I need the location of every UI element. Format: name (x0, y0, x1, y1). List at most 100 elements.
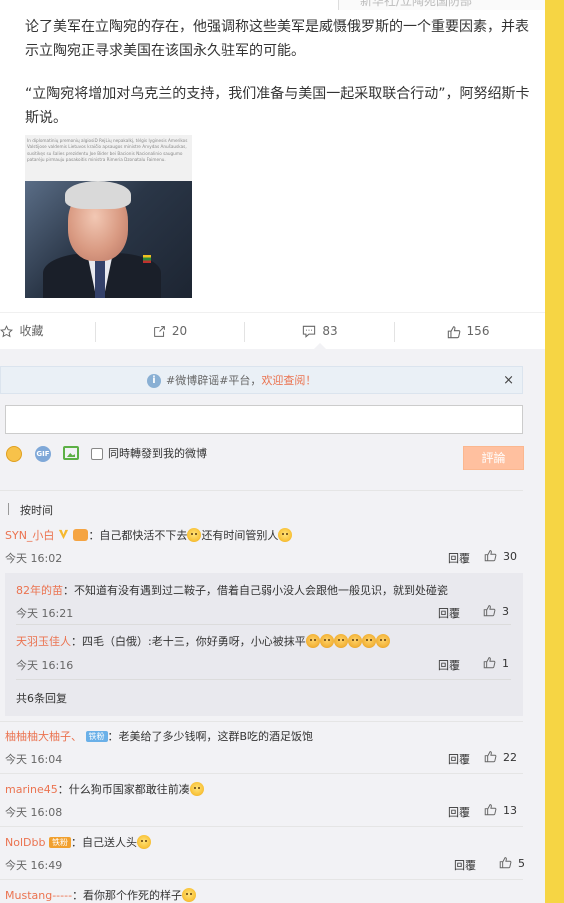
sub-comment-text: 天羽玉佳人：四毛（白俄）:老十三，你好勇呀，小心被抹平 (16, 633, 390, 649)
crying-emoji-icon (347, 634, 362, 648)
favorite-label: 收藏 (19, 324, 44, 338)
thumbs-up-icon (484, 751, 497, 763)
sub-comment-time: 今天 16:21 (16, 607, 74, 620)
sub-comment-like-button[interactable]: 1 (483, 656, 509, 670)
crying-emoji-icon (361, 634, 376, 648)
close-icon[interactable]: × (503, 367, 514, 395)
repost-button[interactable]: 20 (140, 313, 200, 350)
emoji-icon[interactable] (6, 446, 22, 462)
thumbs-up-icon (447, 325, 460, 338)
comment-divider (0, 826, 523, 827)
comment-like-count: 22 (503, 751, 517, 764)
comment-like-button[interactable]: 5 (499, 856, 525, 870)
comment-divider (0, 879, 523, 880)
flag-pin-icon (143, 255, 151, 263)
sort-bar: 按时间 (0, 499, 545, 519)
also-repost-checkbox[interactable] (91, 448, 103, 460)
thumbs-up-icon (484, 804, 497, 816)
photo-tie (95, 259, 105, 298)
right-sidebar-strip (545, 0, 564, 903)
comment-like-count: 30 (503, 550, 517, 563)
article-photo[interactable]: In diplomatinių premonių algiosiD RejLių… (25, 135, 192, 298)
action-separator (394, 322, 395, 342)
comment-like-button[interactable]: 30 (484, 549, 517, 563)
reply-button[interactable]: 回覆 (438, 657, 460, 673)
thumbs-up-icon (483, 657, 496, 669)
gif-icon[interactable]: GIF (35, 446, 51, 462)
sub-comment-like-count: 1 (502, 657, 509, 670)
divider (0, 490, 523, 491)
like-button[interactable]: 156 (438, 313, 498, 350)
image-icon[interactable] (63, 446, 79, 460)
sub-replies-box: 82年的苗：不知道有没有遇到过二鞍子，借着自己弱小没人会跟他一般见识，就到处碰瓷… (5, 573, 523, 716)
level-badge-icon (73, 529, 89, 541)
sub-comment-username[interactable]: 82年的苗 (16, 584, 63, 597)
comment-time: 今天 16:49 (5, 859, 63, 872)
thumbs-up-icon (499, 857, 512, 869)
comment-username[interactable]: Mustang----- (5, 889, 72, 902)
submit-comment-button[interactable]: 評論 (463, 446, 524, 470)
repost-icon (153, 326, 165, 337)
sub-comment-body: ：不知道有没有遇到过二鞍子，借着自己弱小没人会跟他一般见识，就到处碰瓷 (63, 584, 448, 597)
photo-caption-text: In diplomatinių premonių algiosiD RejLių… (25, 135, 192, 181)
doge-emoji-icon (182, 888, 197, 902)
article-paragraph-2: “立陶宛将增加对乌克兰的支持，我们准备与美国一起采取联合行动”，阿努绍斯卡斯说。 (25, 86, 530, 126)
sub-divider (16, 624, 511, 625)
crying-emoji-icon (319, 634, 334, 648)
favorite-button[interactable]: 收藏 (0, 313, 52, 350)
comment-like-button[interactable]: 13 (484, 803, 517, 817)
comment-text: marine45：什么狗币国家都敢往前凑 (5, 781, 204, 797)
sub-comment-text: 82年的苗：不知道有没有遇到过二鞍子，借着自己弱小没人会跟他一般见识，就到处碰瓷 (16, 582, 448, 598)
info-icon: i (147, 374, 161, 388)
comment-body: ：什么狗币国家都敢往前凑 (57, 783, 190, 796)
photo-hair (65, 181, 131, 209)
reply-button[interactable]: 回覆 (438, 605, 460, 621)
verified-v-icon (58, 529, 69, 540)
comment-body: ：自己送人头 (70, 836, 137, 849)
comment-body: ：看你那个作死的样子 (72, 889, 183, 902)
post-actions-bar: 收藏 20 83 156 (0, 312, 545, 350)
comment-username[interactable]: marine45 (5, 783, 58, 796)
comment-time: 今天 16:02 (5, 552, 63, 565)
fan-badge: 铁粉 (85, 731, 108, 742)
like-count: 156 (466, 324, 490, 338)
doge-emoji-icon (136, 835, 151, 849)
sort-tick (8, 503, 9, 515)
sort-by-time-tab[interactable]: 按时间 (20, 502, 53, 518)
ghost-text: 新华社/立陶宛国防部 (360, 0, 473, 8)
comment-username[interactable]: NolDbb (5, 836, 45, 849)
fan-badge: 铁粉 (48, 837, 71, 848)
thumbs-up-icon (484, 550, 497, 562)
comment-body: ：老美给了多少钱啊，这群B吃的酒足饭饱 (107, 730, 314, 743)
thumbs-up-icon (483, 605, 496, 617)
comment-username[interactable]: 柚柚柚大柚子、 (5, 730, 82, 743)
more-replies-link[interactable]: 共6条回复 (16, 690, 67, 706)
crying-emoji-icon (333, 634, 348, 648)
rumor-notice-bar: i #微博辟谣#平台，欢迎查阅！ × (0, 366, 523, 394)
sub-comment-like-button[interactable]: 3 (483, 604, 509, 618)
action-separator (244, 322, 245, 342)
reply-button[interactable]: 回覆 (448, 804, 470, 820)
reply-button[interactable]: 回覆 (448, 550, 470, 566)
top-ghost-bar: 新华社/立陶宛国防部 (0, 0, 545, 10)
comment-text: NolDbb 铁粉 ：自己送人头 (5, 834, 151, 850)
comment-time: 今天 16:04 (5, 753, 63, 766)
comment-username[interactable]: SYN_小白 (5, 529, 54, 542)
reply-button[interactable]: 回覆 (454, 857, 476, 873)
comment-text: 柚柚柚大柚子、 铁粉 ：老美给了多少钱啊，这群B吃的酒足饭饱 (5, 728, 313, 744)
comment-input[interactable] (5, 405, 523, 434)
star-icon (0, 325, 14, 338)
comment-text: Mustang-----：看你那个作死的样子 (5, 887, 197, 903)
repost-count: 20 (171, 324, 188, 338)
notice-text: #微博辟谣#平台，欢迎查阅！ (166, 367, 316, 395)
comment-like-button[interactable]: 22 (484, 750, 517, 764)
reply-button[interactable]: 回覆 (448, 751, 470, 767)
sub-comment-username[interactable]: 天羽玉佳人 (16, 635, 71, 648)
notice-link[interactable]: 欢迎查阅！ (261, 374, 316, 387)
comment-like-count: 13 (503, 804, 517, 817)
notice-prefix: #微博辟谣#平台， (166, 374, 262, 387)
sub-comment-body: ：四毛（白俄）:老十三，你好勇呀，小心被抹平 (71, 635, 306, 648)
sub-comment-like-count: 3 (502, 605, 509, 618)
weibo-post-card: 新华社/立陶宛国防部 论了美军在立陶宛的存在，他强调称这些美军是威慑俄罗斯的一个… (0, 0, 545, 903)
article-paragraph-1: 论了美军在立陶宛的存在，他强调称这些美军是威慑俄罗斯的一个重要因素，并表示立陶宛… (25, 19, 529, 59)
